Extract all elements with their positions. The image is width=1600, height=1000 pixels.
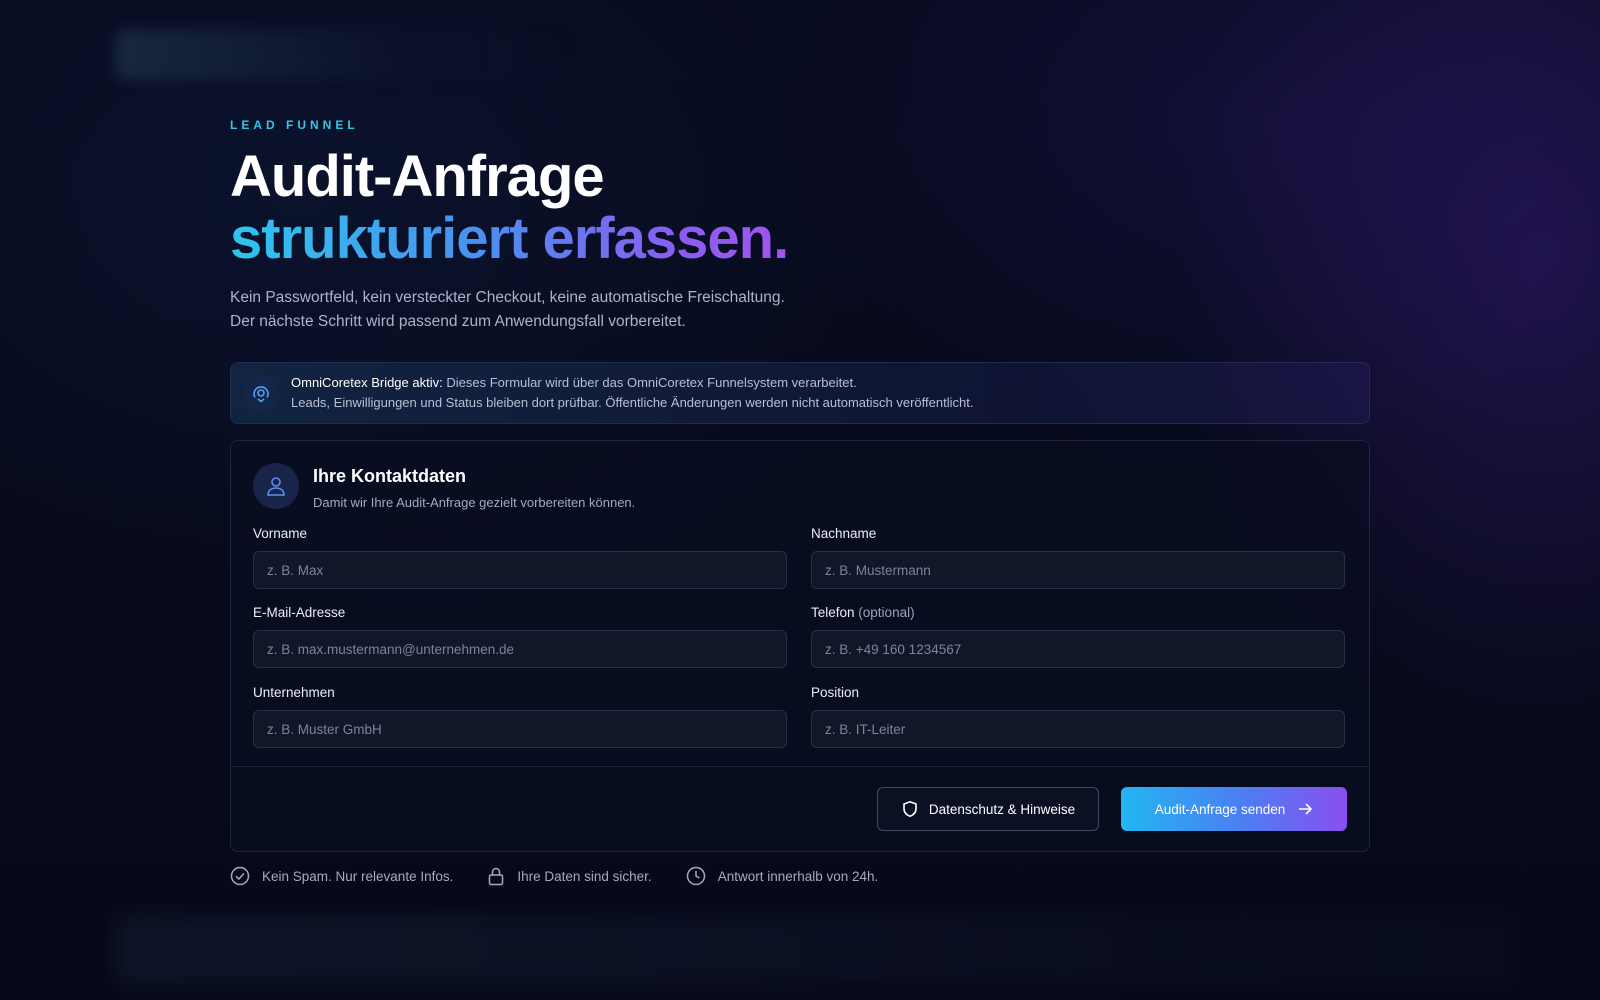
page-title: Audit-Anfrage bbox=[230, 144, 605, 209]
trust-text-response: Antwort innerhalb von 24h. bbox=[717, 868, 879, 884]
privacy-button[interactable]: Datenschutz & Hinweise bbox=[877, 787, 1099, 831]
phone-input[interactable]: z. B. +49 160 1234567 bbox=[811, 630, 1345, 668]
first-name-input[interactable]: z. B. Max bbox=[253, 551, 787, 589]
email-label: E-Mail-Adresse bbox=[253, 605, 346, 620]
lead-line-1: Kein Passwortfeld, kein versteckter Chec… bbox=[230, 289, 785, 306]
position-field: Position z. B. IT-Leiter bbox=[811, 685, 1345, 748]
lead-text: Kein Passwortfeld, kein versteckter Chec… bbox=[230, 286, 1370, 334]
last-name-field: Nachname z. B. Mustermann bbox=[811, 526, 1345, 589]
phone-optional-hint: (optional) bbox=[854, 605, 915, 620]
form-title: Ihre Kontaktdaten bbox=[313, 466, 467, 486]
bridge-label: OmniCoretex Bridge aktiv: bbox=[291, 375, 443, 390]
last-name-label: Nachname bbox=[811, 526, 877, 541]
trust-badges: Kein Spam. Nur relevante Infos. Ihre Dat… bbox=[230, 866, 912, 886]
trust-item-no-spam: Kein Spam. Nur relevante Infos. bbox=[230, 866, 453, 886]
company-label: Unternehmen bbox=[253, 685, 335, 700]
submit-audit-button[interactable]: Audit-Anfrage senden bbox=[1121, 787, 1347, 831]
arrow-right-icon bbox=[1299, 803, 1313, 815]
first-name-field: Vorname z. B. Max bbox=[253, 526, 787, 589]
form-header: Ihre Kontaktdaten Damit wir Ihre Audit-A… bbox=[253, 463, 635, 510]
bridge-text-line-2: Leads, Einwilligungen und Status bleiben… bbox=[291, 395, 974, 410]
submit-button-label: Audit-Anfrage senden bbox=[1154, 801, 1286, 817]
lead-funnel-section: LEAD FUNNEL Audit-Anfrage strukturiert e… bbox=[230, 118, 1370, 852]
check-circle-icon bbox=[230, 866, 250, 886]
form-subtitle: Damit wir Ihre Audit-Anfrage gezielt vor… bbox=[313, 495, 636, 510]
email-field: E-Mail-Adresse z. B. max.mustermann@unte… bbox=[253, 605, 787, 668]
bridge-notice: OmniCoretex Bridge aktiv: Dieses Formula… bbox=[230, 362, 1370, 424]
trust-text-no-spam: Kein Spam. Nur relevante Infos. bbox=[262, 868, 454, 884]
position-label: Position bbox=[811, 685, 860, 700]
lead-line-2: Der nächste Schritt wird passend zum Anw… bbox=[230, 313, 686, 330]
trust-text-secure: Ihre Daten sind sicher. bbox=[517, 868, 652, 884]
shield-icon bbox=[903, 800, 917, 818]
contact-form-card: Ihre Kontaktdaten Damit wir Ihre Audit-A… bbox=[230, 440, 1370, 852]
page-title-highlight: strukturiert erfassen. bbox=[230, 206, 789, 271]
phone-field: Telefon (optional) z. B. +49 160 1234567 bbox=[811, 605, 1345, 668]
company-field: Unternehmen z. B. Muster GmbH bbox=[253, 685, 787, 748]
position-input[interactable]: z. B. IT-Leiter bbox=[811, 710, 1345, 748]
trust-item-secure: Ihre Daten sind sicher. bbox=[487, 866, 652, 886]
blurred-bottom-section bbox=[115, 915, 1515, 985]
user-icon bbox=[253, 463, 299, 509]
blurred-top-nav bbox=[115, 30, 575, 80]
lock-icon bbox=[489, 867, 504, 886]
clock-icon bbox=[686, 866, 705, 886]
trust-item-response: Antwort innerhalb von 24h. bbox=[686, 866, 879, 886]
phone-label-text: Telefon bbox=[811, 605, 855, 620]
phone-label: Telefon (optional) bbox=[811, 605, 1345, 620]
first-name-label: Vorname bbox=[253, 526, 308, 541]
email-input[interactable]: z. B. max.mustermann@unternehmen.de bbox=[253, 630, 787, 668]
form-divider bbox=[231, 766, 1369, 767]
bridge-text: OmniCoretex Bridge aktiv: Dieses Formula… bbox=[291, 373, 973, 413]
company-input[interactable]: z. B. Muster GmbH bbox=[253, 710, 787, 748]
last-name-input[interactable]: z. B. Mustermann bbox=[811, 551, 1345, 589]
privacy-button-label: Datenschutz & Hinweise bbox=[928, 801, 1076, 817]
bridge-text-line-1: Dieses Formular wird über das OmniCorete… bbox=[442, 375, 857, 390]
eyebrow-label: LEAD FUNNEL bbox=[230, 118, 359, 132]
bridge-signal-icon bbox=[243, 375, 279, 411]
